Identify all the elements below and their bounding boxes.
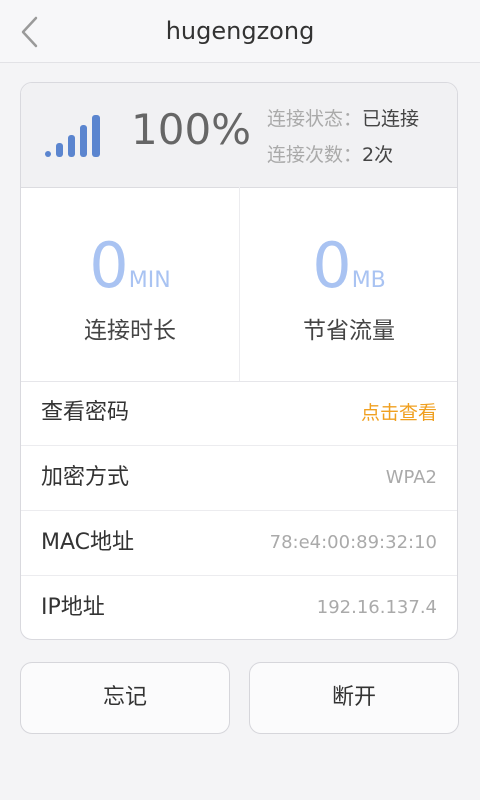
ip-address-row: IP地址 192.16.137.4 — [21, 576, 457, 639]
connection-count: 连接次数：2次 — [267, 137, 419, 173]
encryption-row: 加密方式 WPA2 — [21, 446, 457, 511]
connection-state-label: 连接状态： — [267, 108, 363, 130]
usage-stats: 0MIN 连接时长 0MB 节省流量 — [21, 187, 457, 382]
duration-label: 连接时长 — [84, 318, 176, 344]
encryption-value: WPA2 — [385, 467, 437, 488]
mac-address-value: 78:e4:00:89:32:10 — [269, 532, 437, 553]
view-password-label: 查看密码 — [41, 400, 130, 425]
duration-unit: MIN — [128, 268, 171, 293]
connection-state-value: 已连接 — [362, 108, 420, 130]
ip-address-label: IP地址 — [41, 595, 105, 620]
saved-label: 节省流量 — [303, 318, 395, 344]
duration-value: 0 — [89, 229, 129, 302]
signal-percent: 100% — [131, 105, 252, 154]
saved-value: 0 — [312, 229, 352, 302]
signal-strength-icon — [45, 115, 100, 157]
saved-traffic-stat: 0MB 节省流量 — [240, 187, 457, 381]
saved-unit: MB — [351, 268, 386, 293]
page-title: hugengzong — [165, 17, 315, 45]
duration-value-group: 0MIN — [21, 231, 239, 301]
top-bar: hugengzong — [0, 0, 480, 63]
ip-address-value: 192.16.137.4 — [316, 597, 437, 618]
connection-state: 连接状态：已连接 — [267, 101, 419, 137]
network-detail-card: 100% 连接状态：已连接 连接次数：2次 0MIN 连接时长 0MB 节省流量… — [20, 82, 458, 640]
view-password-link[interactable]: 点击查看 — [361, 381, 437, 445]
disconnect-button[interactable]: 断开 — [249, 662, 459, 734]
mac-address-row: MAC地址 78:e4:00:89:32:10 — [21, 511, 457, 576]
saved-value-group: 0MB — [240, 229, 457, 302]
encryption-label: 加密方式 — [41, 465, 130, 490]
connection-count-value: 2次 — [362, 144, 394, 166]
forget-button[interactable]: 忘记 — [20, 662, 230, 734]
connection-count-label: 连接次数： — [267, 144, 363, 166]
view-password-row[interactable]: 查看密码 点击查看 — [21, 381, 457, 446]
status-panel: 100% 连接状态：已连接 连接次数：2次 — [21, 83, 457, 188]
duration-stat: 0MIN 连接时长 — [21, 187, 240, 381]
mac-address-label: MAC地址 — [41, 530, 135, 555]
connection-info: 连接状态：已连接 连接次数：2次 — [267, 101, 419, 173]
